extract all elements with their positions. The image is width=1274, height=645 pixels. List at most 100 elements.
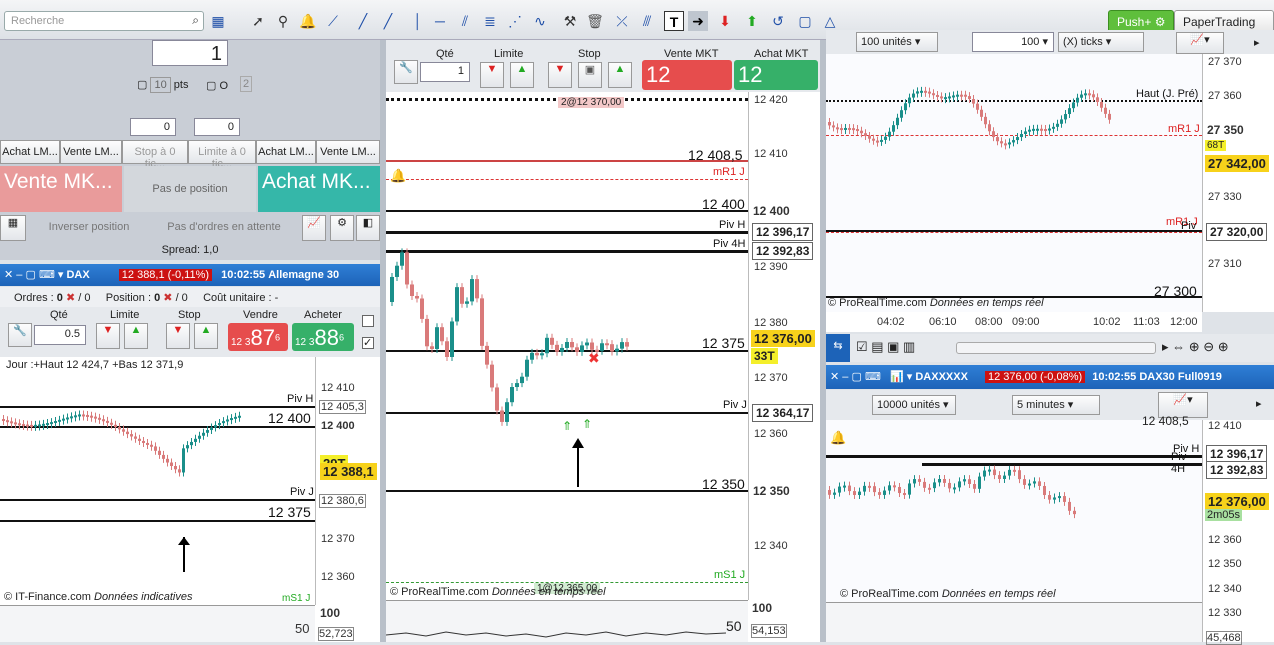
right-top-price-axis: 27 370 27 360 27 350 68T 27 342,00 27 33… <box>1202 54 1274 312</box>
pointer-icon[interactable]: ➚ <box>248 11 268 31</box>
rb-indicator <box>826 602 1202 642</box>
trash-icon[interactable]: 🗑 <box>585 11 605 31</box>
dax-buy-button[interactable]: 12 3886 <box>292 323 354 351</box>
rt-tool-icons[interactable]: ☑ ▤ ▣ ▥ <box>856 339 915 355</box>
dax-sell-button[interactable]: 12 3876 <box>228 323 288 351</box>
chart-settings-icon[interactable]: 📈 <box>302 215 326 241</box>
dropdown-icon[interactable]: ▾ <box>58 269 64 281</box>
right-top-ticks-select[interactable]: (X) ticks ▾ <box>1058 32 1144 52</box>
center-limit-sell-icon[interactable]: ▲ <box>510 62 534 88</box>
dax-price-change: 12 388,1 (-0,11%) <box>118 269 213 281</box>
arrow-up-icon[interactable]: ⬆ <box>742 11 762 31</box>
limit-col[interactable]: Limite à 0 tic... <box>188 140 256 170</box>
o-checkbox[interactable]: ▢ O <box>206 79 228 92</box>
vente-lm-col-2[interactable]: Vente LM... <box>316 140 380 164</box>
spread-label: Spread: 1,0 <box>161 244 219 256</box>
rectangle-icon[interactable]: ▢ <box>795 11 815 31</box>
alert-bell-icon[interactable]: 🔔 <box>298 11 318 31</box>
stop-sell-icon[interactable]: ▲ <box>194 323 218 349</box>
fibonacci-icon[interactable]: ≣ <box>480 11 500 31</box>
layout-icon[interactable]: ▦ <box>208 11 228 31</box>
search-input[interactable]: Recherche ⌕ <box>4 11 204 31</box>
rb-keyboard-icon[interactable]: ⌨ <box>865 371 881 383</box>
close-icon[interactable]: ✕ <box>4 269 13 281</box>
dax-checkbox-1[interactable] <box>362 315 374 327</box>
triangle-icon[interactable]: △ <box>820 11 840 31</box>
right-top-ticks-input[interactable]: 100 ▾ <box>972 32 1054 52</box>
rt-zoom-icons[interactable]: ▸ ⇔ ⊕ ⊖ ⊕ <box>1162 339 1229 355</box>
tools-icon[interactable]: ⚒ <box>560 11 580 31</box>
center-buy-mkt-button[interactable]: 12 376,00 <box>734 60 818 113</box>
right-top-scroll-icon[interactable]: ▸ <box>1254 36 1260 49</box>
center-sell-mkt-button[interactable]: 12 375,00 <box>642 60 732 113</box>
dax-footer: © IT-Finance.com Données indicatives <box>4 591 193 603</box>
center-limit-buy-icon[interactable]: ▼ <box>480 62 504 88</box>
ticket-qty-input[interactable]: 1 <box>152 40 228 66</box>
dax-qty-input[interactable]: 0.5 <box>34 325 86 345</box>
achat-lm-col[interactable]: Achat LM... <box>0 140 60 164</box>
stop-buy-icon[interactable]: ▼ <box>166 323 190 349</box>
right-top-chart-type-icon[interactable]: 📈▾ <box>1176 32 1224 54</box>
share-icon[interactable]: ⇆ <box>826 334 850 362</box>
stop-col[interactable]: Stop à 0 tic... <box>122 140 188 170</box>
minimize-icon[interactable]: ‒ <box>16 269 22 281</box>
rb-minimize-icon[interactable]: ‒ <box>842 371 848 383</box>
dax-chart[interactable]: Jour :+Haut 12 424,7 +Bas 12 371,9 Piv H… <box>0 357 315 605</box>
parallel-icon[interactable]: ⫻ <box>637 11 657 31</box>
keyboard-icon[interactable]: ⌨ <box>39 269 55 281</box>
center-wrench-icon[interactable]: 🔧 <box>394 60 418 84</box>
invert-position-button[interactable]: Inverser position <box>30 215 148 241</box>
spinner-1[interactable]: 0 <box>130 118 176 136</box>
vertical-line-icon[interactable]: │ <box>408 11 428 31</box>
dax-candles <box>2 410 241 572</box>
svg-text:⇑: ⇑ <box>582 417 592 431</box>
right-top-units-select[interactable]: 100 unités ▾ <box>856 32 938 52</box>
svg-text:⇑: ⇑ <box>562 419 572 433</box>
wrench-icon[interactable]: ⚙ <box>330 215 354 241</box>
rb-chart-icon[interactable]: 📊 <box>890 371 904 383</box>
rb-price-axis: 12 410 12 396,17 12 392,83 12 376,00 2m0… <box>1202 420 1274 645</box>
vente-lm-col[interactable]: Vente LM... <box>60 140 122 164</box>
zoom-icon[interactable]: ⚲ <box>273 11 293 31</box>
spinner-2[interactable]: 0 <box>194 118 240 136</box>
achat-mkt-button[interactable]: Achat MK... <box>258 166 380 212</box>
rb-close-icon[interactable]: ✕ <box>830 371 839 383</box>
center-stop-icon[interactable]: ▣ <box>578 62 602 88</box>
ruler-icon[interactable]: ⟋ <box>323 11 343 31</box>
pts-control[interactable]: ▢ 10 pts <box>137 77 188 93</box>
text-tool-icon[interactable]: T <box>664 11 684 31</box>
dax-order-row: Qté Limite Stop Vendre Acheter 🔧 0.5 ▼ ▲… <box>0 307 380 357</box>
rb-scroll-icon[interactable]: ▸ <box>1256 397 1262 410</box>
arrow-down-icon[interactable]: ⬇ <box>715 11 735 31</box>
dax-checkbox-2[interactable]: ✓ <box>362 337 374 349</box>
right-top-chart[interactable]: Haut (J. Pré) mR1 J mR1 J Piv 27 300 © P… <box>826 54 1202 312</box>
center-indicator-axis: 100 54,153 <box>748 600 820 642</box>
rb-maximize-icon[interactable]: ▢ <box>851 371 861 383</box>
grid-icon[interactable]: ▦ <box>0 215 26 241</box>
limit-sell-icon[interactable]: ▲ <box>124 323 148 349</box>
dax-wrench-icon[interactable]: 🔧 <box>8 323 32 347</box>
wave-icon[interactable]: ∿ <box>530 11 550 31</box>
rb-header: ✕ ‒ ▢ ⌨ 📊 ▾ DAXXXXX 12 376,00 (-0,08%) 1… <box>826 365 1274 389</box>
cross-icon[interactable]: ⤫ <box>612 11 632 31</box>
fan-icon[interactable]: ⋰ <box>505 11 525 31</box>
center-qty-input[interactable]: 1 <box>420 62 470 82</box>
achat-lm-col-2[interactable]: Achat LM... <box>256 140 316 164</box>
vente-mkt-button[interactable]: Vente MK... <box>0 166 122 212</box>
line-icon[interactable]: ╱ <box>353 11 373 31</box>
rb-chart[interactable]: 12 408,5 🔔 Piv H Piv 4H © ProRealTime.co… <box>826 414 1202 602</box>
maximize-icon[interactable]: ▢ <box>25 269 35 281</box>
curve-icon[interactable]: ↺ <box>768 11 788 31</box>
limit-buy-icon[interactable]: ▼ <box>96 323 120 349</box>
arrow-right-icon[interactable]: ➜ <box>688 11 708 31</box>
channel-icon[interactable]: ⫽ <box>455 11 475 31</box>
center-chart[interactable]: 2@12 370,00 12 408,5 🔔 mR1 J 12 400 Piv … <box>386 92 748 600</box>
rt-scrollbar[interactable] <box>956 342 1156 354</box>
center-stop-sell-icon[interactable]: ▲ <box>608 62 632 88</box>
rb-units-select[interactable]: 10000 unités ▾ <box>872 395 956 415</box>
toggle-icon[interactable]: ◧ <box>356 215 380 241</box>
rb-period-select[interactable]: 5 minutes ▾ <box>1012 395 1100 415</box>
ray-icon[interactable]: ╱ <box>378 11 398 31</box>
center-stop-buy-icon[interactable]: ▼ <box>548 62 572 88</box>
horizontal-line-icon[interactable]: ─ <box>430 11 450 31</box>
